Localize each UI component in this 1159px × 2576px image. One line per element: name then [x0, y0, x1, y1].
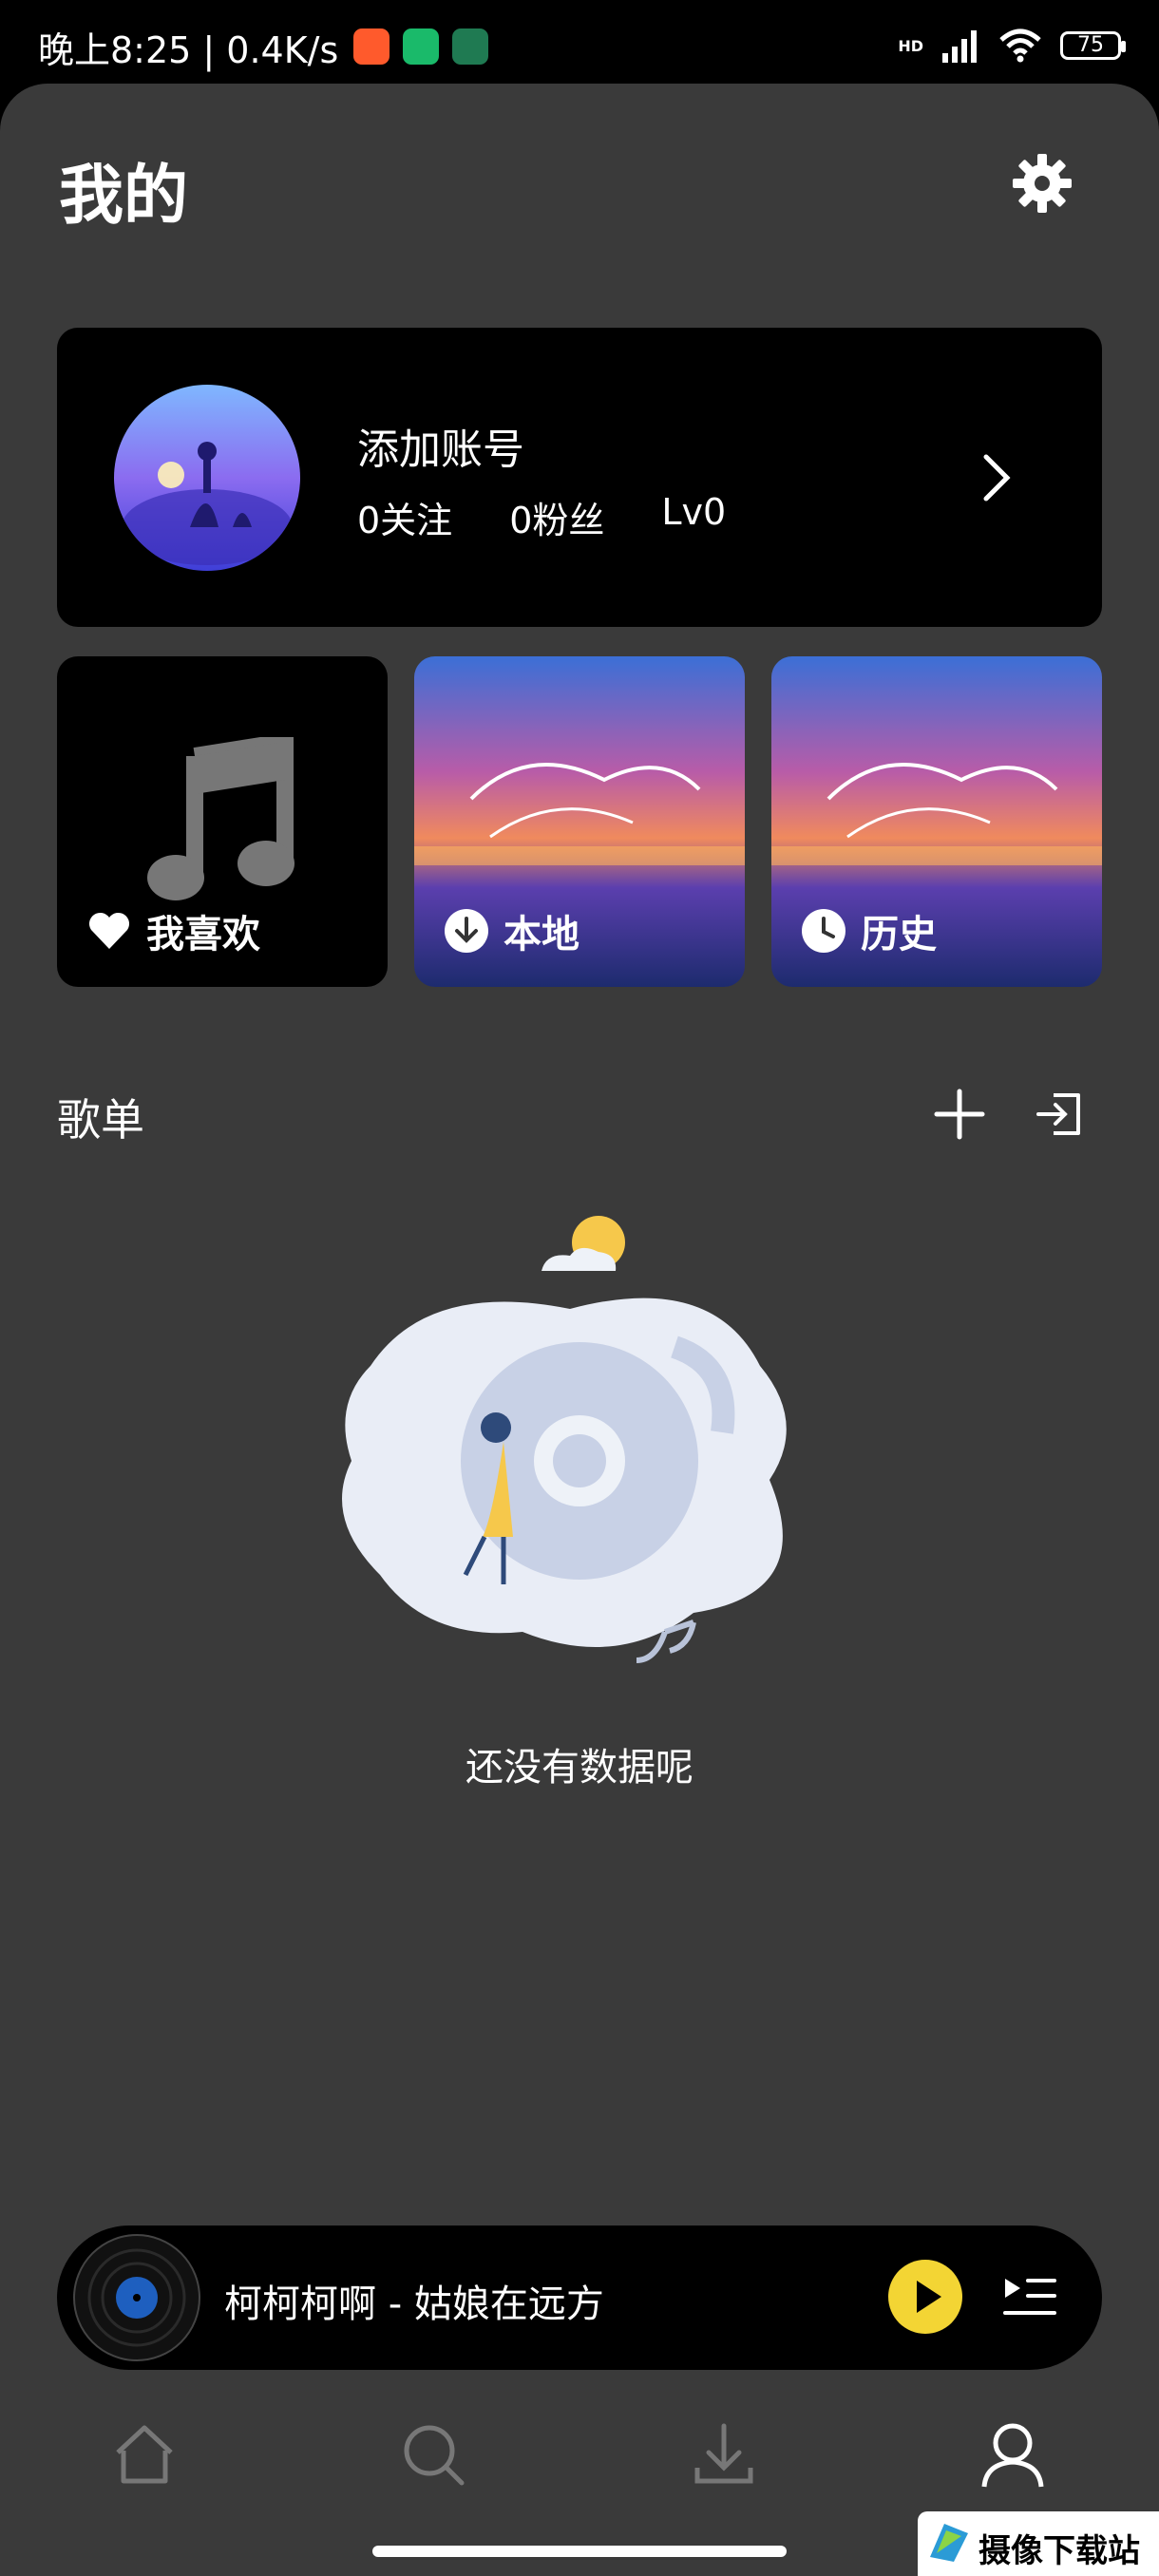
network-label: HD — [898, 36, 923, 55]
watermark-text: 摄像下载站 — [978, 2532, 1140, 2570]
status-time-speed: 晚上8:25 | 0.4K/s — [38, 29, 339, 71]
add-icon[interactable] — [931, 1086, 988, 1143]
followers-count: 0粉丝 — [509, 500, 605, 541]
tile-history-label: 历史 — [861, 913, 937, 957]
heart-icon — [88, 912, 130, 949]
vinyl-disc-icon — [73, 2234, 200, 2361]
playlist-queue-icon[interactable] — [998, 2265, 1060, 2328]
play-icon — [917, 2281, 941, 2313]
import-icon[interactable] — [1031, 1086, 1088, 1143]
page-title: 我的 — [59, 159, 189, 234]
account-stats: 0关注 0粉丝 Lv0 — [357, 491, 726, 543]
play-button[interactable] — [888, 2260, 962, 2334]
app-notification-icon — [353, 28, 390, 65]
tile-favorites[interactable]: 我喜欢 — [57, 656, 388, 987]
wifi-icon — [999, 28, 1041, 63]
account-name: 添加账号 — [357, 426, 524, 474]
clock-icon — [802, 909, 846, 953]
empty-state-text: 还没有数据呢 — [466, 1746, 694, 1790]
signal-icon — [942, 30, 977, 63]
main-panel: 我的 添加账号 0关注 0粉丝 Lv0 我喜欢 本地 历史 歌单 还没有数据呢 — [0, 84, 1159, 2371]
level-label: Lv0 — [661, 491, 727, 533]
watermark-logo-icon — [930, 2524, 968, 2562]
download-circle-icon — [445, 909, 488, 953]
tile-history[interactable]: 历史 — [771, 656, 1102, 987]
search-icon[interactable] — [397, 2418, 469, 2491]
empty-state-illustration — [342, 1216, 787, 1663]
following-count: 0关注 — [357, 500, 453, 541]
tile-favorites-label: 我喜欢 — [146, 913, 260, 957]
profile-icon[interactable] — [977, 2418, 1049, 2491]
download-icon[interactable] — [688, 2418, 760, 2491]
status-bar: 晚上8:25 | 0.4K/s HD 75 — [0, 0, 1159, 95]
battery-indicator: 75 — [1060, 31, 1126, 60]
gear-icon[interactable] — [1011, 152, 1074, 215]
shield-app-icon — [403, 28, 439, 65]
tile-local-label: 本地 — [504, 913, 580, 957]
music-note-icon — [147, 737, 294, 900]
home-indicator[interactable] — [372, 2546, 787, 2557]
playlist-section-title: 歌单 — [57, 1094, 144, 1146]
home-icon[interactable] — [108, 2418, 180, 2491]
tile-local[interactable]: 本地 — [414, 656, 745, 987]
avatar-app-icon — [452, 28, 488, 65]
now-playing-title: 柯柯柯啊 - 姑娘在远方 — [224, 2282, 604, 2326]
account-card[interactable]: 添加账号 0关注 0粉丝 Lv0 — [57, 328, 1102, 627]
chevron-right-icon — [983, 454, 1011, 502]
avatar — [114, 385, 300, 571]
mini-player[interactable]: 柯柯柯啊 - 姑娘在远方 — [57, 2226, 1102, 2370]
watermark: 摄像下载站 — [918, 2511, 1159, 2576]
